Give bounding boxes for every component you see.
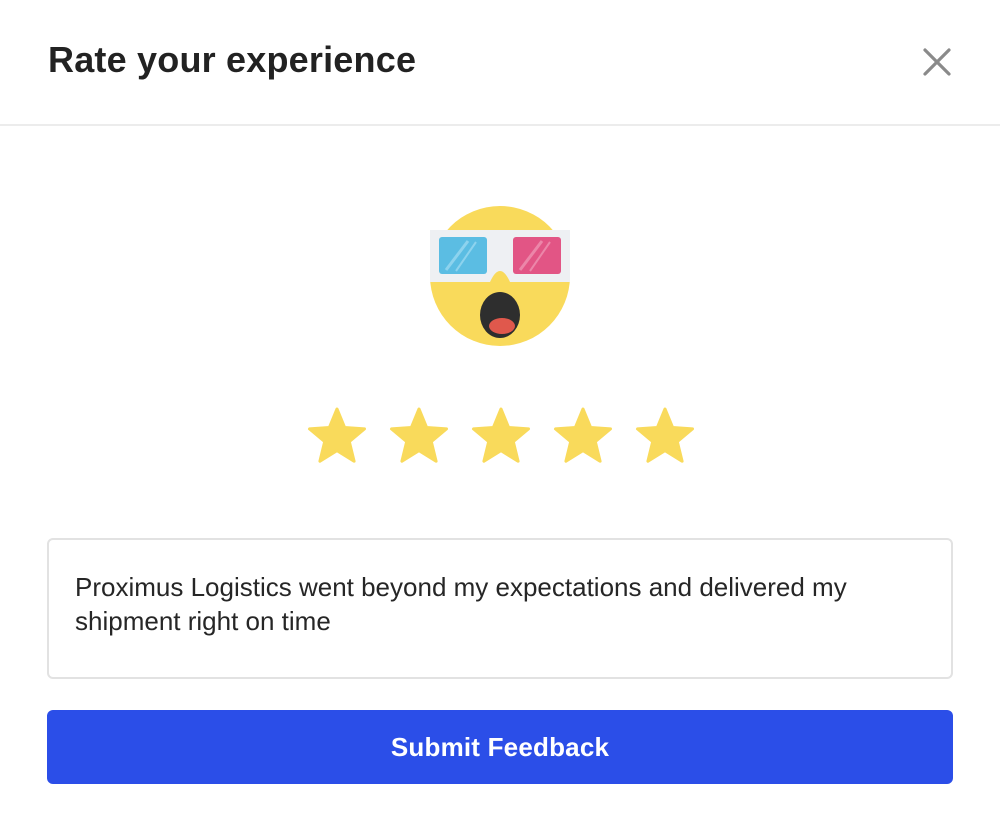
dialog-header: Rate your experience [0,0,1000,126]
star-3-icon[interactable] [470,406,532,468]
close-button[interactable] [917,42,957,82]
close-icon [923,48,951,76]
dialog-title: Rate your experience [48,39,417,80]
submit-feedback-button[interactable]: Submit Feedback [47,710,953,784]
3d-glasses-shocked-face-icon [426,204,574,348]
rating-dialog: Rate your experience Proximus Logistics … [0,0,1000,832]
star-4-icon[interactable] [552,406,614,468]
star-rating [306,406,696,470]
star-2-icon[interactable] [388,406,450,468]
star-5-icon[interactable] [634,406,696,468]
star-1-icon[interactable] [306,406,368,468]
feedback-textarea[interactable]: Proximus Logistics went beyond my expect… [47,538,953,679]
